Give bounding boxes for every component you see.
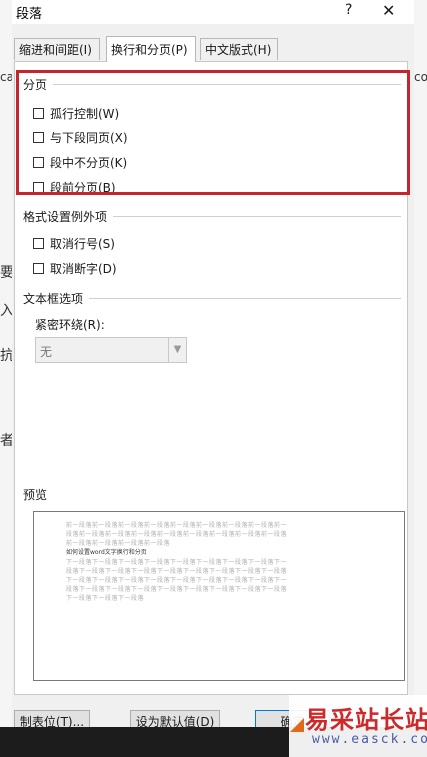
preview-next-line: 下一段落下一段落下一段落 (66, 595, 145, 602)
preview-next-line: 下一段落下一段落下一段落下一段落下一段落下一段落下一段落下一段落下一 (66, 559, 288, 566)
pagination-group-title: 分页 (23, 76, 48, 93)
chevron-down-icon[interactable]: ▼ (168, 338, 186, 362)
checkbox-box[interactable] (33, 131, 44, 143)
preview-sample-text: 如何设置word文字换行和分页 (66, 549, 147, 556)
checkbox-label: 取消行号(S) (50, 236, 115, 251)
preview-next-line: 段落下一段落下一段落下一段落下一段落下一段落下一段落下一段落下一段落 (66, 568, 288, 575)
checkbox-keep-lines-together[interactable]: 段中不分页(K) (33, 153, 127, 171)
checkbox-widow-control[interactable]: 孤行控制(W) (33, 104, 119, 122)
tab-panel-line-page-breaks: 分页 孤行控制(W) 与下段同页(X) 段中不分页(K) 段前分页(B) 格式设… (14, 61, 408, 695)
checkbox-box[interactable] (33, 181, 44, 193)
background-window-right (414, 0, 427, 757)
tight-wrap-select[interactable]: 无 ▼ (35, 337, 187, 363)
tab-strip: 缩进和间距(I) 换行和分页(P) 中文版式(H) (12, 36, 414, 62)
help-button[interactable]: ? (345, 2, 352, 18)
title-bar: 段落 ? ✕ (12, 0, 414, 24)
checkbox-suppress-line-numbers[interactable]: 取消行号(S) (33, 234, 115, 252)
format-exceptions-group-title: 格式设置例外项 (23, 208, 108, 225)
checkbox-label: 取消断字(D) (50, 261, 117, 276)
preview-next-line: 下一段落下一段落下一段落下一段落下一段落下一段落下一段落下一段落下一 (66, 577, 288, 584)
checkbox-keep-with-next[interactable]: 与下段同页(X) (33, 128, 128, 146)
checkbox-label: 孤行控制(W) (50, 106, 120, 121)
divider (53, 84, 401, 85)
preview-box: 前一段落前一段落前一段落前一段落前一段落前一段落前一段落前一段落前一 段落前一段… (33, 511, 405, 681)
tight-wrap-value: 无 (40, 345, 53, 359)
checkbox-label: 段前分页(B) (50, 180, 116, 195)
preview-next-line: 段落下一段落下一段落下一段落下一段落下一段落下一段落下一段落下一段落 (66, 586, 288, 593)
divider (113, 216, 401, 217)
tab-line-page-breaks[interactable]: 换行和分页(P) (106, 36, 196, 62)
background-text-fragment: co (414, 70, 427, 84)
divider (89, 298, 401, 299)
checkbox-box[interactable] (33, 107, 44, 119)
dialog-title: 段落 (16, 7, 43, 22)
background-window-left (0, 0, 12, 757)
checkbox-box[interactable] (33, 237, 44, 249)
paragraph-dialog: 段落 ? ✕ 缩进和间距(I) 换行和分页(P) 中文版式(H) 分页 孤行控制… (12, 0, 414, 757)
preview-group-title: 预览 (23, 486, 48, 503)
watermark-logo-icon (290, 718, 304, 732)
checkbox-label: 段中不分页(K) (50, 155, 128, 170)
checkbox-page-break-before[interactable]: 段前分页(B) (33, 178, 116, 196)
preview-prev-line: 前一段落前一段落前一段落前一段落前一段落前一段落前一段落前一段落前一 (66, 522, 288, 529)
watermark-text: 易采站长站 (305, 705, 427, 734)
tight-wrap-label: 紧密环绕(R): (35, 316, 105, 333)
textbox-options-group-title: 文本框选项 (23, 290, 84, 307)
checkbox-box[interactable] (33, 262, 44, 274)
preview-prev-line: 段落前一段落前一段落前一段落前一段落前一段落前一段落前一段落前一段落 (66, 531, 288, 538)
checkbox-box[interactable] (33, 156, 44, 168)
close-button[interactable]: ✕ (382, 1, 395, 20)
preview-prev-line: 前一段落前一段落前一段落前一段落 (66, 540, 171, 547)
watermark-url: www.easck.com (312, 732, 427, 747)
checkbox-dont-hyphenate[interactable]: 取消断字(D) (33, 259, 117, 277)
tab-indents-spacing[interactable]: 缩进和间距(I) (14, 38, 100, 60)
tab-asian-typography[interactable]: 中文版式(H) (200, 38, 278, 60)
checkbox-label: 与下段同页(X) (50, 130, 128, 145)
